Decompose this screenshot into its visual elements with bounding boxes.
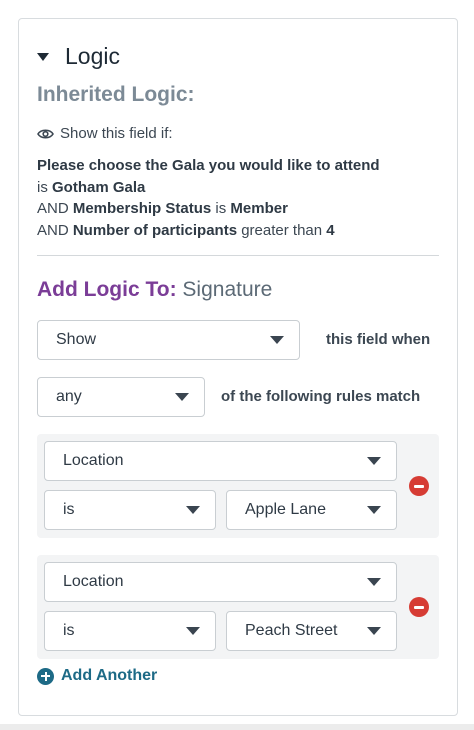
rule-value: 4: [326, 221, 335, 239]
rule-field-value: Location: [63, 573, 124, 590]
chevron-down-icon: [270, 336, 284, 344]
rule-operator-select[interactable]: is: [44, 490, 216, 530]
add-another-button[interactable]: Add Another: [37, 667, 157, 685]
add-logic-label: Add Logic To:: [37, 278, 177, 301]
show-if-text: Show this field if:: [60, 125, 173, 142]
plus-circle-icon: [37, 667, 54, 685]
rule-field: Please choose the Gala you would like to…: [37, 157, 380, 174]
remove-rule-button[interactable]: [409, 597, 429, 617]
match-select[interactable]: any: [37, 377, 205, 417]
rule-field-select[interactable]: Location: [44, 562, 397, 602]
add-logic-heading: Add Logic To: Signature: [37, 278, 272, 302]
rule-value-value: Apple Lane: [245, 501, 326, 518]
inherited-rule-3: AND Number of participants greater than …: [37, 220, 447, 242]
inherited-rules: Please choose the Gala you would like to…: [37, 155, 447, 241]
chevron-down-icon: [175, 393, 189, 401]
rule-operator-value: is: [63, 501, 75, 518]
rule-value: Member: [230, 200, 288, 217]
inherited-rule-2: AND Membership Status is Member: [37, 198, 447, 220]
rule-field: Number of participants: [72, 221, 238, 239]
chevron-down-icon: [186, 506, 200, 514]
action-suffix: this field when: [326, 331, 431, 348]
rule-row: Location is Peach Street: [37, 555, 439, 659]
logic-section-toggle[interactable]: Logic: [37, 43, 120, 70]
rule-operator: is: [215, 200, 227, 217]
show-if-label: Show this field if:: [37, 125, 173, 142]
rule-value-select[interactable]: Apple Lane: [226, 490, 397, 530]
chevron-down-icon: [367, 506, 381, 514]
inherited-rule-1: Please choose the Gala you would like to…: [37, 155, 447, 198]
rule-operator: is: [37, 178, 48, 196]
add-logic-target: Signature: [182, 278, 273, 301]
action-select-value: Show: [56, 331, 97, 348]
rule-conjunction: AND: [37, 221, 69, 239]
rule-operator: greater than: [241, 221, 323, 239]
rule-value-value: Peach Street: [245, 622, 338, 639]
chevron-down-icon: [367, 457, 381, 465]
eye-icon: [37, 128, 54, 139]
logic-panel: Logic Inherited Logic: Show this field i…: [18, 18, 458, 716]
action-select[interactable]: Show: [37, 320, 300, 360]
section-title: Logic: [65, 43, 120, 69]
rule-row: Location is Apple Lane: [37, 434, 439, 538]
caret-down-icon: [37, 52, 49, 61]
rule-conjunction: AND: [37, 200, 69, 217]
match-select-value: any: [56, 388, 82, 405]
rule-field: Membership Status: [72, 200, 212, 217]
rule-field-value: Location: [63, 452, 124, 469]
add-another-label: Add Another: [61, 667, 158, 684]
remove-rule-button[interactable]: [409, 476, 429, 496]
inherited-logic-heading: Inherited Logic:: [37, 83, 195, 106]
rule-value-select[interactable]: Peach Street: [226, 611, 397, 651]
rule-value: Gotham Gala: [52, 178, 146, 196]
rule-operator-select[interactable]: is: [44, 611, 216, 651]
rule-operator-value: is: [63, 622, 75, 639]
bottom-edge: [0, 724, 474, 730]
rule-field-select[interactable]: Location: [44, 441, 397, 481]
chevron-down-icon: [186, 627, 200, 635]
chevron-down-icon: [367, 627, 381, 635]
chevron-down-icon: [367, 578, 381, 586]
match-suffix: of the following rules match: [221, 388, 421, 405]
divider: [37, 255, 439, 256]
